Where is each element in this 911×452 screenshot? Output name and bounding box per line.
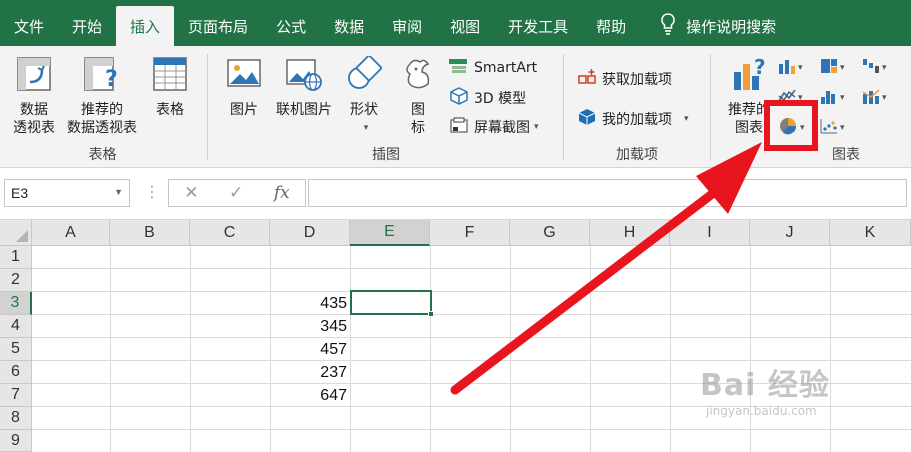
baidu-watermark: Bai 经验 jingyan.baidu.com — [700, 360, 830, 418]
watermark-url: jingyan.baidu.com — [706, 404, 817, 418]
watermark-main: Bai 经验 — [700, 368, 830, 403]
